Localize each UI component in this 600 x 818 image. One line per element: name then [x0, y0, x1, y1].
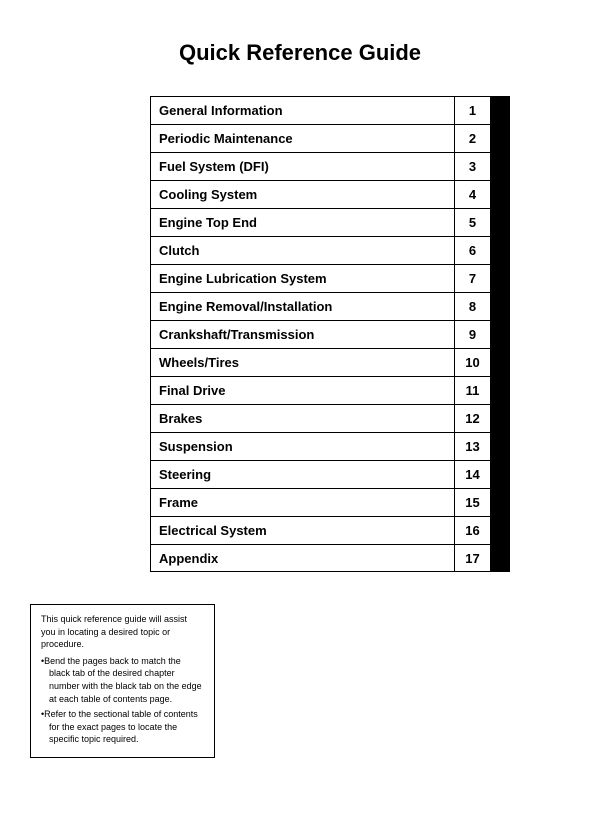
toc-label: Engine Lubrication System: [151, 265, 455, 292]
toc-number: 6: [455, 237, 491, 264]
toc-label: Brakes: [151, 405, 455, 432]
toc-row: Frame15: [150, 488, 510, 516]
toc-row: Fuel System (DFI)3: [150, 152, 510, 180]
note-bullet2: •Refer to the sectional table of content…: [41, 708, 204, 746]
toc-black-tab: [491, 97, 509, 124]
toc-number: 13: [455, 433, 491, 460]
toc-number: 14: [455, 461, 491, 488]
toc-label: General Information: [151, 97, 455, 124]
toc-number: 8: [455, 293, 491, 320]
toc-number: 5: [455, 209, 491, 236]
toc-black-tab: [491, 321, 509, 348]
toc-row: Final Drive11: [150, 376, 510, 404]
toc-row: Clutch6: [150, 236, 510, 264]
note-intro: This quick reference guide will assist y…: [41, 613, 204, 651]
toc-number: 1: [455, 97, 491, 124]
note-box: This quick reference guide will assist y…: [30, 604, 215, 758]
toc-label: Clutch: [151, 237, 455, 264]
toc-black-tab: [491, 125, 509, 152]
toc-black-tab: [491, 461, 509, 488]
toc-row: Steering14: [150, 460, 510, 488]
toc-row: Electrical System16: [150, 516, 510, 544]
page-title: Quick Reference Guide: [30, 40, 570, 66]
page: Quick Reference Guide General Informatio…: [0, 0, 600, 818]
toc-black-tab: [491, 153, 509, 180]
toc-label: Fuel System (DFI): [151, 153, 455, 180]
toc-black-tab: [491, 377, 509, 404]
toc-row: Suspension13: [150, 432, 510, 460]
toc-label: Steering: [151, 461, 455, 488]
toc-row: Engine Removal/Installation8: [150, 292, 510, 320]
toc-black-tab: [491, 209, 509, 236]
toc-black-tab: [491, 545, 509, 571]
toc-black-tab: [491, 181, 509, 208]
toc-label: Crankshaft/Transmission: [151, 321, 455, 348]
toc-number: 9: [455, 321, 491, 348]
toc-row: Engine Top End5: [150, 208, 510, 236]
toc-container: General Information1Periodic Maintenance…: [150, 96, 510, 572]
toc-label: Suspension: [151, 433, 455, 460]
toc-label: Wheels/Tires: [151, 349, 455, 376]
toc-number: 2: [455, 125, 491, 152]
toc-number: 3: [455, 153, 491, 180]
toc-black-tab: [491, 405, 509, 432]
toc-number: 17: [455, 545, 491, 571]
toc-row: Appendix17: [150, 544, 510, 572]
toc-row: Cooling System4: [150, 180, 510, 208]
toc-row: Periodic Maintenance2: [150, 124, 510, 152]
toc-label: Final Drive: [151, 377, 455, 404]
toc-label: Frame: [151, 489, 455, 516]
toc-number: 11: [455, 377, 491, 404]
toc-black-tab: [491, 293, 509, 320]
toc-row: Crankshaft/Transmission9: [150, 320, 510, 348]
toc-number: 7: [455, 265, 491, 292]
toc-number: 4: [455, 181, 491, 208]
toc-black-tab: [491, 349, 509, 376]
toc-label: Cooling System: [151, 181, 455, 208]
toc-row: Engine Lubrication System7: [150, 264, 510, 292]
toc-black-tab: [491, 517, 509, 544]
toc-black-tab: [491, 489, 509, 516]
toc-label: Engine Top End: [151, 209, 455, 236]
toc-label: Engine Removal/Installation: [151, 293, 455, 320]
toc-black-tab: [491, 433, 509, 460]
toc-label: Periodic Maintenance: [151, 125, 455, 152]
toc-row: Brakes12: [150, 404, 510, 432]
toc-label: Appendix: [151, 545, 455, 571]
toc-number: 12: [455, 405, 491, 432]
toc-black-tab: [491, 237, 509, 264]
toc-label: Electrical System: [151, 517, 455, 544]
toc-number: 10: [455, 349, 491, 376]
note-bullet1: •Bend the pages back to match the black …: [41, 655, 204, 705]
toc-number: 15: [455, 489, 491, 516]
toc-number: 16: [455, 517, 491, 544]
toc-row: General Information1: [150, 96, 510, 124]
toc-black-tab: [491, 265, 509, 292]
toc-row: Wheels/Tires10: [150, 348, 510, 376]
